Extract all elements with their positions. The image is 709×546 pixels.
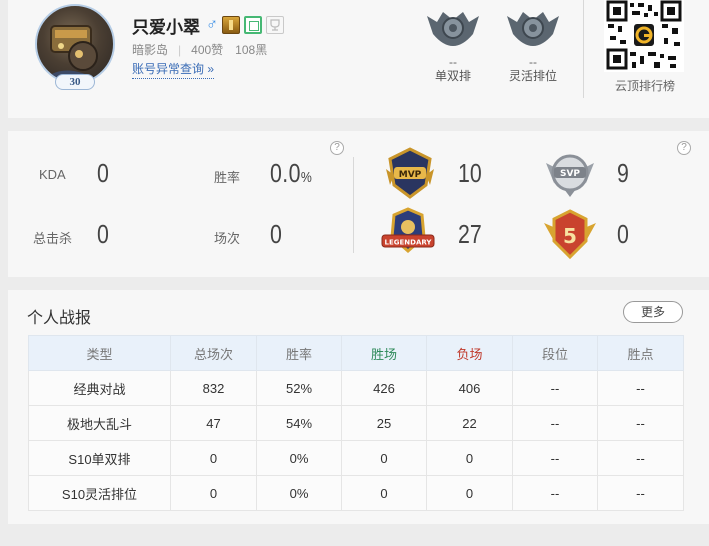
cell-type: S10灵活排位 (28, 475, 171, 511)
flex-rank-emblem-icon (507, 12, 559, 46)
table-row[interactable]: 极地大乱斗 47 54% 25 22 -- -- (28, 405, 684, 441)
player-name: 只爱小翠 (132, 17, 200, 38)
cell-type: 极地大乱斗 (28, 405, 171, 441)
qr-code[interactable] (604, 0, 684, 72)
more-button[interactable]: 更多 (623, 301, 683, 323)
kda-label: KDA (39, 167, 66, 182)
stats-divider (353, 157, 354, 253)
cell-total: 47 (170, 405, 257, 441)
svg-text:LEGENDARY: LEGENDARY (385, 239, 433, 247)
cell-points: -- (597, 405, 684, 441)
cell-total: 0 (170, 440, 257, 476)
winrate-value-group: 0.0% (270, 158, 312, 189)
svp-count: 9 (617, 158, 629, 188)
cell-winrate: 0% (256, 440, 342, 476)
winrate-label: 胜率 (214, 170, 241, 185)
winrate-value: 0.0 (270, 158, 301, 188)
solo-rank-block[interactable]: -- 单双排 (418, 6, 488, 83)
mvp-count: 10 (458, 158, 482, 188)
honor-help-icon[interactable]: ? (677, 141, 691, 155)
cell-tier: -- (512, 370, 598, 406)
total-kills-label: 总击杀 (33, 231, 73, 246)
svg-text:5: 5 (563, 224, 577, 248)
flex-rank-label: 灵活排位 (508, 69, 557, 83)
cell-points: -- (597, 475, 684, 511)
cell-wins: 0 (341, 440, 427, 476)
server-name: 暗影岛 (132, 43, 169, 57)
qr-label: 云顶排行榜 (614, 79, 675, 93)
likes-count: 400赞 (191, 43, 224, 57)
level-badge: 30 (55, 74, 95, 90)
profile-info-row: 暗影岛 | 400赞 108黑 (132, 41, 267, 58)
cell-points: -- (597, 370, 684, 406)
cell-total: 832 (170, 370, 257, 406)
cell-losses: 406 (426, 370, 513, 406)
stats-help-icon[interactable]: ? (330, 141, 344, 155)
table-row[interactable]: S10单双排 0 0% 0 0 -- -- (28, 440, 684, 476)
column-header-total: 总场次 (170, 335, 257, 371)
winrate-unit: % (300, 169, 313, 186)
avatar[interactable] (35, 4, 115, 84)
games-label: 场次 (214, 231, 241, 246)
cell-losses: 0 (426, 475, 513, 511)
solo-rank-value: -- (449, 55, 457, 69)
column-header-type: 类型 (28, 335, 171, 371)
svg-text:MVP: MVP (399, 170, 422, 180)
male-gender-icon: ♂ (206, 16, 218, 33)
total-kills-value: 0 (97, 219, 110, 249)
column-header-points: 胜点 (597, 335, 684, 371)
blacks-count: 108黑 (235, 43, 268, 57)
cell-tier: -- (512, 440, 598, 476)
column-header-losses: 负场 (426, 335, 513, 371)
penta-kill-count: 0 (617, 219, 629, 249)
games-value: 0 (270, 219, 283, 249)
gold-honor-badge-icon[interactable] (222, 16, 240, 34)
cell-winrate: 52% (256, 370, 342, 406)
legendary-count: 27 (458, 219, 482, 249)
cell-winrate: 54% (256, 405, 342, 441)
cell-type: S10单双排 (28, 440, 171, 476)
info-divider: | (178, 42, 182, 57)
table-row[interactable]: S10灵活排位 0 0% 0 0 -- -- (28, 475, 684, 511)
cell-losses: 22 (426, 405, 513, 441)
profile-divider (583, 0, 584, 98)
table-header-row: 类型 总场次 胜率 胜场 负场 段位 胜点 (28, 335, 684, 371)
cell-tier: -- (512, 405, 598, 441)
copy-badge-icon[interactable] (244, 16, 262, 34)
cell-tier: -- (512, 475, 598, 511)
flex-rank-block[interactable]: -- 灵活排位 (498, 6, 568, 83)
svg-text:SVP: SVP (560, 169, 580, 179)
cell-total: 0 (170, 475, 257, 511)
stats-card: KDA 0 胜率 0.0% ? 总击杀 0 场次 0 MVP 10 SVP 9 … (8, 131, 709, 277)
cell-wins: 25 (341, 405, 427, 441)
cell-winrate: 0% (256, 475, 342, 511)
solo-rank-label: 单双排 (434, 69, 471, 83)
kda-value: 0 (97, 158, 110, 188)
account-anomaly-link[interactable]: 账号异常查询 » (132, 60, 215, 79)
trophy-badge-icon[interactable] (266, 16, 284, 34)
svp-honor-icon: SVP (546, 154, 594, 197)
penta-kill-honor-icon: 5 (544, 209, 596, 260)
records-table: 类型 总场次 胜率 胜场 负场 段位 胜点 经典对战 832 52% 426 4… (28, 335, 684, 511)
mvp-honor-icon: MVP (386, 147, 434, 199)
flex-rank-value: -- (529, 55, 537, 69)
column-header-winrate: 胜率 (256, 335, 342, 371)
column-header-tier: 段位 (512, 335, 598, 371)
solo-rank-emblem-icon (427, 12, 479, 46)
cell-type: 经典对战 (28, 370, 171, 406)
legendary-honor-icon: LEGENDARY (381, 207, 435, 253)
profile-card: 30 只爱小翠 ♂ 暗影岛 | 400赞 108黑 账号异常查询 » -- 单双… (8, 0, 709, 118)
table-row[interactable]: 经典对战 832 52% 426 406 -- -- (28, 370, 684, 406)
cell-losses: 0 (426, 440, 513, 476)
name-row: 只爱小翠 ♂ (132, 14, 284, 38)
column-header-wins: 胜场 (341, 335, 427, 371)
records-card: 个人战报 更多 类型 总场次 胜率 胜场 负场 段位 胜点 经典对战 832 5… (8, 290, 709, 524)
records-title: 个人战报 (27, 310, 92, 327)
cell-wins: 0 (341, 475, 427, 511)
cell-wins: 426 (341, 370, 427, 406)
cell-points: -- (597, 440, 684, 476)
